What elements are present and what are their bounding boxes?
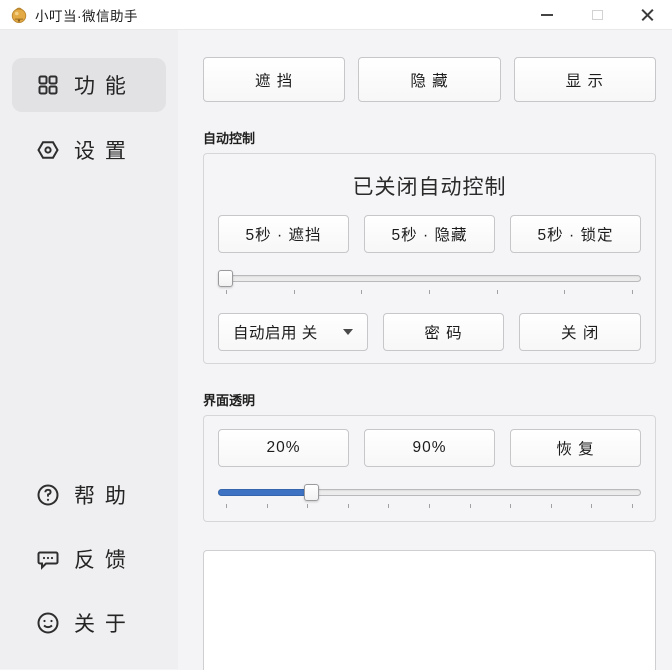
sidebar-item-label: 功 能 — [74, 70, 128, 100]
tick-mark — [591, 504, 592, 508]
close-auto-button[interactable]: 关 闭 — [519, 313, 641, 351]
password-button[interactable]: 密 码 — [383, 313, 505, 351]
sidebar-item-about[interactable]: 关 于 — [12, 601, 166, 645]
tick-mark — [226, 504, 227, 508]
opacity-20-button[interactable]: 20% — [218, 429, 349, 467]
sidebar-top-group: 功 能 设 置 — [12, 58, 166, 177]
tick-mark — [267, 504, 268, 508]
sidebar-item-feedback[interactable]: 反 馈 — [12, 537, 166, 581]
sidebar: 功 能 设 置 帮 助 — [0, 30, 178, 669]
close-button[interactable] — [622, 0, 672, 29]
slider-ticks — [218, 290, 641, 295]
window-title: 小叮当·微信助手 — [35, 5, 138, 25]
minimize-button[interactable] — [522, 0, 572, 29]
content-area: 功 能 设 置 帮 助 — [0, 30, 672, 669]
show-button[interactable]: 显 示 — [514, 57, 656, 102]
app-bell-icon — [10, 6, 28, 24]
close-icon — [641, 8, 654, 21]
tick-mark — [551, 504, 552, 508]
maximize-button[interactable] — [572, 0, 622, 29]
minimize-icon — [541, 14, 553, 16]
main-panel: 遮 挡 隐 藏 显 示 自动控制 已关闭自动控制 5秒 · 遮挡 5秒 · 隐藏… — [178, 30, 672, 669]
sidebar-item-settings[interactable]: 设 置 — [12, 123, 166, 177]
slider-handle[interactable] — [304, 484, 319, 501]
dropdown-value: 自动启用 关 — [233, 321, 318, 343]
transparency-slider[interactable] — [218, 484, 641, 501]
slider-track — [218, 275, 641, 282]
auto-control-bottom-row: 自动启用 关 密 码 关 闭 — [218, 313, 641, 351]
sidebar-spacer — [12, 177, 166, 473]
slider-fill — [218, 489, 307, 496]
window-controls — [522, 0, 672, 29]
opacity-restore-button[interactable]: 恢 复 — [510, 429, 641, 467]
slider-handle[interactable] — [218, 270, 233, 287]
cover-button[interactable]: 遮 挡 — [203, 57, 345, 102]
tick-mark — [388, 504, 389, 508]
transparency-groupbox: 20% 90% 恢 复 — [203, 415, 656, 522]
smiley-icon — [36, 611, 60, 635]
opacity-90-button[interactable]: 90% — [364, 429, 495, 467]
tick-mark — [510, 504, 511, 508]
sidebar-item-label: 帮 助 — [74, 480, 128, 510]
sidebar-item-label: 设 置 — [74, 135, 128, 165]
tick-mark — [226, 290, 227, 294]
grid-icon — [36, 73, 60, 97]
transparency-buttons-row: 20% 90% 恢 复 — [218, 429, 641, 467]
tick-mark — [429, 290, 430, 294]
tick-mark — [361, 290, 362, 294]
tick-mark — [632, 290, 633, 294]
sidebar-item-functions[interactable]: 功 能 — [12, 58, 166, 112]
tick-mark — [348, 504, 349, 508]
tick-mark — [497, 290, 498, 294]
tick-mark — [470, 504, 471, 508]
auto-control-section-label: 自动控制 — [203, 128, 656, 147]
hexagon-nut-icon — [36, 138, 60, 162]
log-textarea[interactable] — [203, 550, 656, 670]
tick-mark — [294, 290, 295, 294]
tick-mark — [564, 290, 565, 294]
question-circle-icon — [36, 483, 60, 507]
timer-cover-button[interactable]: 5秒 · 遮挡 — [218, 215, 349, 253]
auto-control-status: 已关闭自动控制 — [218, 171, 641, 201]
timer-lock-button[interactable]: 5秒 · 锁定 — [510, 215, 641, 253]
sidebar-item-label: 反 馈 — [74, 544, 128, 574]
auto-control-slider[interactable] — [218, 270, 641, 287]
sidebar-item-label: 关 于 — [74, 608, 128, 638]
auto-control-groupbox: 已关闭自动控制 5秒 · 遮挡 5秒 · 隐藏 5秒 · 锁定 自动启用 关 密… — [203, 153, 656, 364]
auto-enable-dropdown[interactable]: 自动启用 关 — [218, 313, 368, 351]
sidebar-item-help[interactable]: 帮 助 — [12, 473, 166, 517]
hide-button[interactable]: 隐 藏 — [358, 57, 500, 102]
tick-mark — [429, 504, 430, 508]
timer-hide-button[interactable]: 5秒 · 隐藏 — [364, 215, 495, 253]
tick-mark — [307, 504, 308, 508]
tick-mark — [632, 504, 633, 508]
maximize-icon — [592, 10, 603, 20]
quick-actions-row: 遮 挡 隐 藏 显 示 — [203, 57, 656, 102]
timer-buttons-row: 5秒 · 遮挡 5秒 · 隐藏 5秒 · 锁定 — [218, 215, 641, 253]
feedback-bubble-icon — [36, 547, 60, 571]
chevron-down-icon — [343, 329, 353, 335]
title-bar: 小叮当·微信助手 — [0, 0, 672, 30]
sidebar-bottom-group: 帮 助 反 馈 关 于 — [12, 473, 166, 645]
slider-ticks — [218, 504, 641, 509]
transparency-section-label: 界面透明 — [203, 390, 656, 409]
